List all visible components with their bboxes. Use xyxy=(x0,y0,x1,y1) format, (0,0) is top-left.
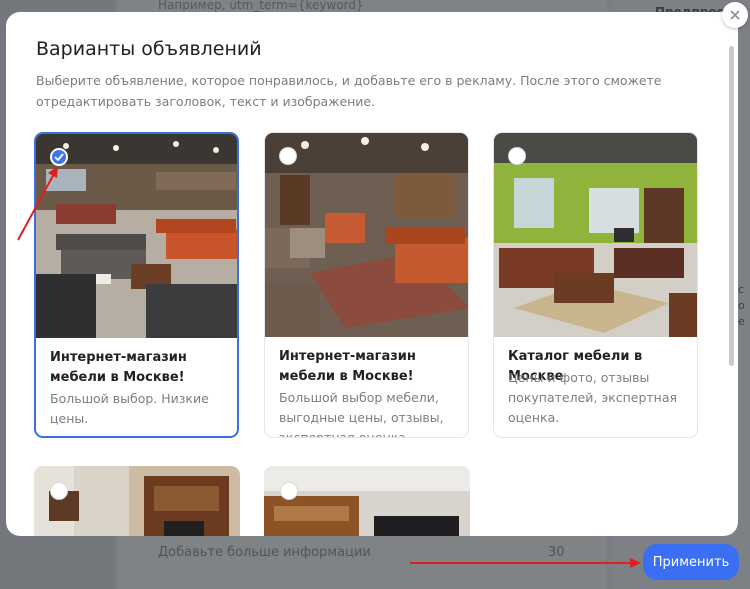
ad-variant-card-4[interactable] xyxy=(34,466,240,536)
checkmark-icon xyxy=(54,153,64,161)
ad-variant-title-1: Интернет-магазин мебели в Москве! xyxy=(50,350,187,385)
ad-variant-radio-2[interactable] xyxy=(279,147,297,165)
ad-variant-text-1: Большой выбор. Низкие цены. xyxy=(50,391,209,426)
ad-variant-radio-5[interactable] xyxy=(280,482,298,500)
background-more-info-label: Добавьте больше информации xyxy=(158,545,371,560)
modal-scrollbar[interactable] xyxy=(729,46,734,466)
modal-subtitle: Выберите объявление, которое понравилось… xyxy=(36,73,662,109)
ad-variant-image-4 xyxy=(34,466,240,536)
ad-variant-card-3[interactable]: Каталог мебели в Москве Цены и фото, отз… xyxy=(493,132,698,438)
close-icon xyxy=(730,10,740,20)
ad-variant-card-1[interactable]: Интернет-магазин мебели в Москве! Большо… xyxy=(34,132,239,438)
ad-variant-image-5 xyxy=(264,466,470,536)
ad-variant-radio-3[interactable] xyxy=(508,147,526,165)
ad-variant-radio-1[interactable] xyxy=(50,148,68,166)
ad-variant-image-2 xyxy=(265,133,468,337)
modal-title: Варианты объявлений xyxy=(36,38,262,60)
modal-scrollbar-thumb[interactable] xyxy=(729,46,734,366)
background-more-info-count: 30 xyxy=(548,545,565,560)
apply-button[interactable]: Применить xyxy=(643,544,739,580)
modal-close-button[interactable] xyxy=(722,2,748,28)
background-utm-hint: Например, utm_term={keyword} xyxy=(158,0,364,12)
ad-variant-card-2[interactable]: Интернет-магазин мебели в Москве! Большо… xyxy=(264,132,469,438)
ad-variant-radio-4[interactable] xyxy=(50,482,68,500)
ad-variant-text-2: Большой выбор мебели, выгодные цены, отз… xyxy=(279,390,444,438)
ad-variant-image-1 xyxy=(36,134,237,338)
ad-variant-text-3: Цены и фото, отзывы покупателей, эксперт… xyxy=(508,370,678,425)
ad-variant-card-5[interactable] xyxy=(264,466,470,536)
background-right-text: с о е xyxy=(738,283,745,328)
ad-variants-modal: Варианты объявлений Выберите объявление,… xyxy=(6,12,738,536)
ad-variant-image-3 xyxy=(494,133,697,337)
ad-variant-title-2: Интернет-магазин мебели в Москве! xyxy=(279,349,416,384)
